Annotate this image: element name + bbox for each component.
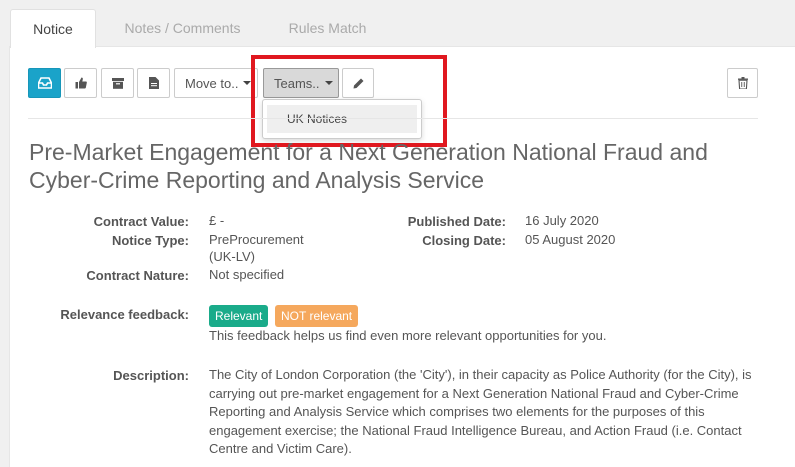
contract-value: £ -: [209, 213, 225, 228]
contract-value-label: Contract Value:: [93, 214, 189, 229]
inbox-icon: [37, 77, 52, 89]
not-relevant-button[interactable]: NOT relevant: [275, 305, 359, 327]
teams-dropdown-menu: UK Notices: [262, 99, 422, 139]
notice-type: PreProcurement: [209, 232, 304, 247]
tab-notice[interactable]: Notice: [10, 9, 96, 48]
caret-down-icon: [243, 81, 252, 85]
tab-rules-match[interactable]: Rules Match: [270, 9, 385, 47]
contract-nature-label: Contract Nature:: [86, 268, 189, 283]
divider: [28, 118, 758, 119]
file-text-icon: [148, 77, 159, 89]
caret-down-icon: [324, 81, 333, 85]
notice-title: Pre-Market Engagement for a Next Generat…: [29, 139, 708, 193]
relevant-button[interactable]: Relevant: [209, 305, 269, 327]
move-to-dropdown-button[interactable]: Move to..: [174, 68, 258, 98]
dropdown-item-uk-notices[interactable]: UK Notices: [267, 105, 417, 133]
published-date-label: Published Date:: [407, 214, 506, 229]
document-button[interactable]: [137, 68, 170, 98]
archive-button[interactable]: [101, 68, 134, 98]
notice-type-label: Notice Type:: [111, 233, 189, 248]
description-text: The City of London Corporation (the 'Cit…: [209, 367, 752, 456]
edit-button[interactable]: [342, 68, 374, 98]
thumbs-up-icon: [75, 77, 87, 89]
tab-notes-comments[interactable]: Notes / Comments: [110, 9, 255, 47]
relevance-feedback-label: Relevance feedback:: [60, 307, 189, 322]
thumbs-up-button[interactable]: [64, 68, 97, 98]
tab-bar: Notes / Comments Rules Match: [0, 0, 795, 47]
delete-button[interactable]: [727, 68, 758, 98]
closing-date-label: Closing Date:: [422, 233, 506, 248]
notice-type-sub: (UK-LV): [209, 249, 255, 264]
move-to-label: Move to..: [185, 75, 239, 91]
published-date: 16 July 2020: [525, 213, 599, 228]
archive-icon: [111, 77, 124, 89]
pencil-icon: [353, 78, 363, 88]
closing-date: 05 August 2020: [525, 232, 616, 247]
trash-icon: [737, 77, 748, 89]
teams-dropdown-button[interactable]: Teams..: [263, 68, 339, 98]
inbox-button[interactable]: [28, 68, 61, 98]
teams-label: Teams..: [274, 75, 320, 91]
contract-nature: Not specified: [209, 267, 285, 282]
feedback-help-text: This feedback helps us find even more re…: [209, 328, 607, 343]
description-label: Description:: [113, 368, 189, 383]
